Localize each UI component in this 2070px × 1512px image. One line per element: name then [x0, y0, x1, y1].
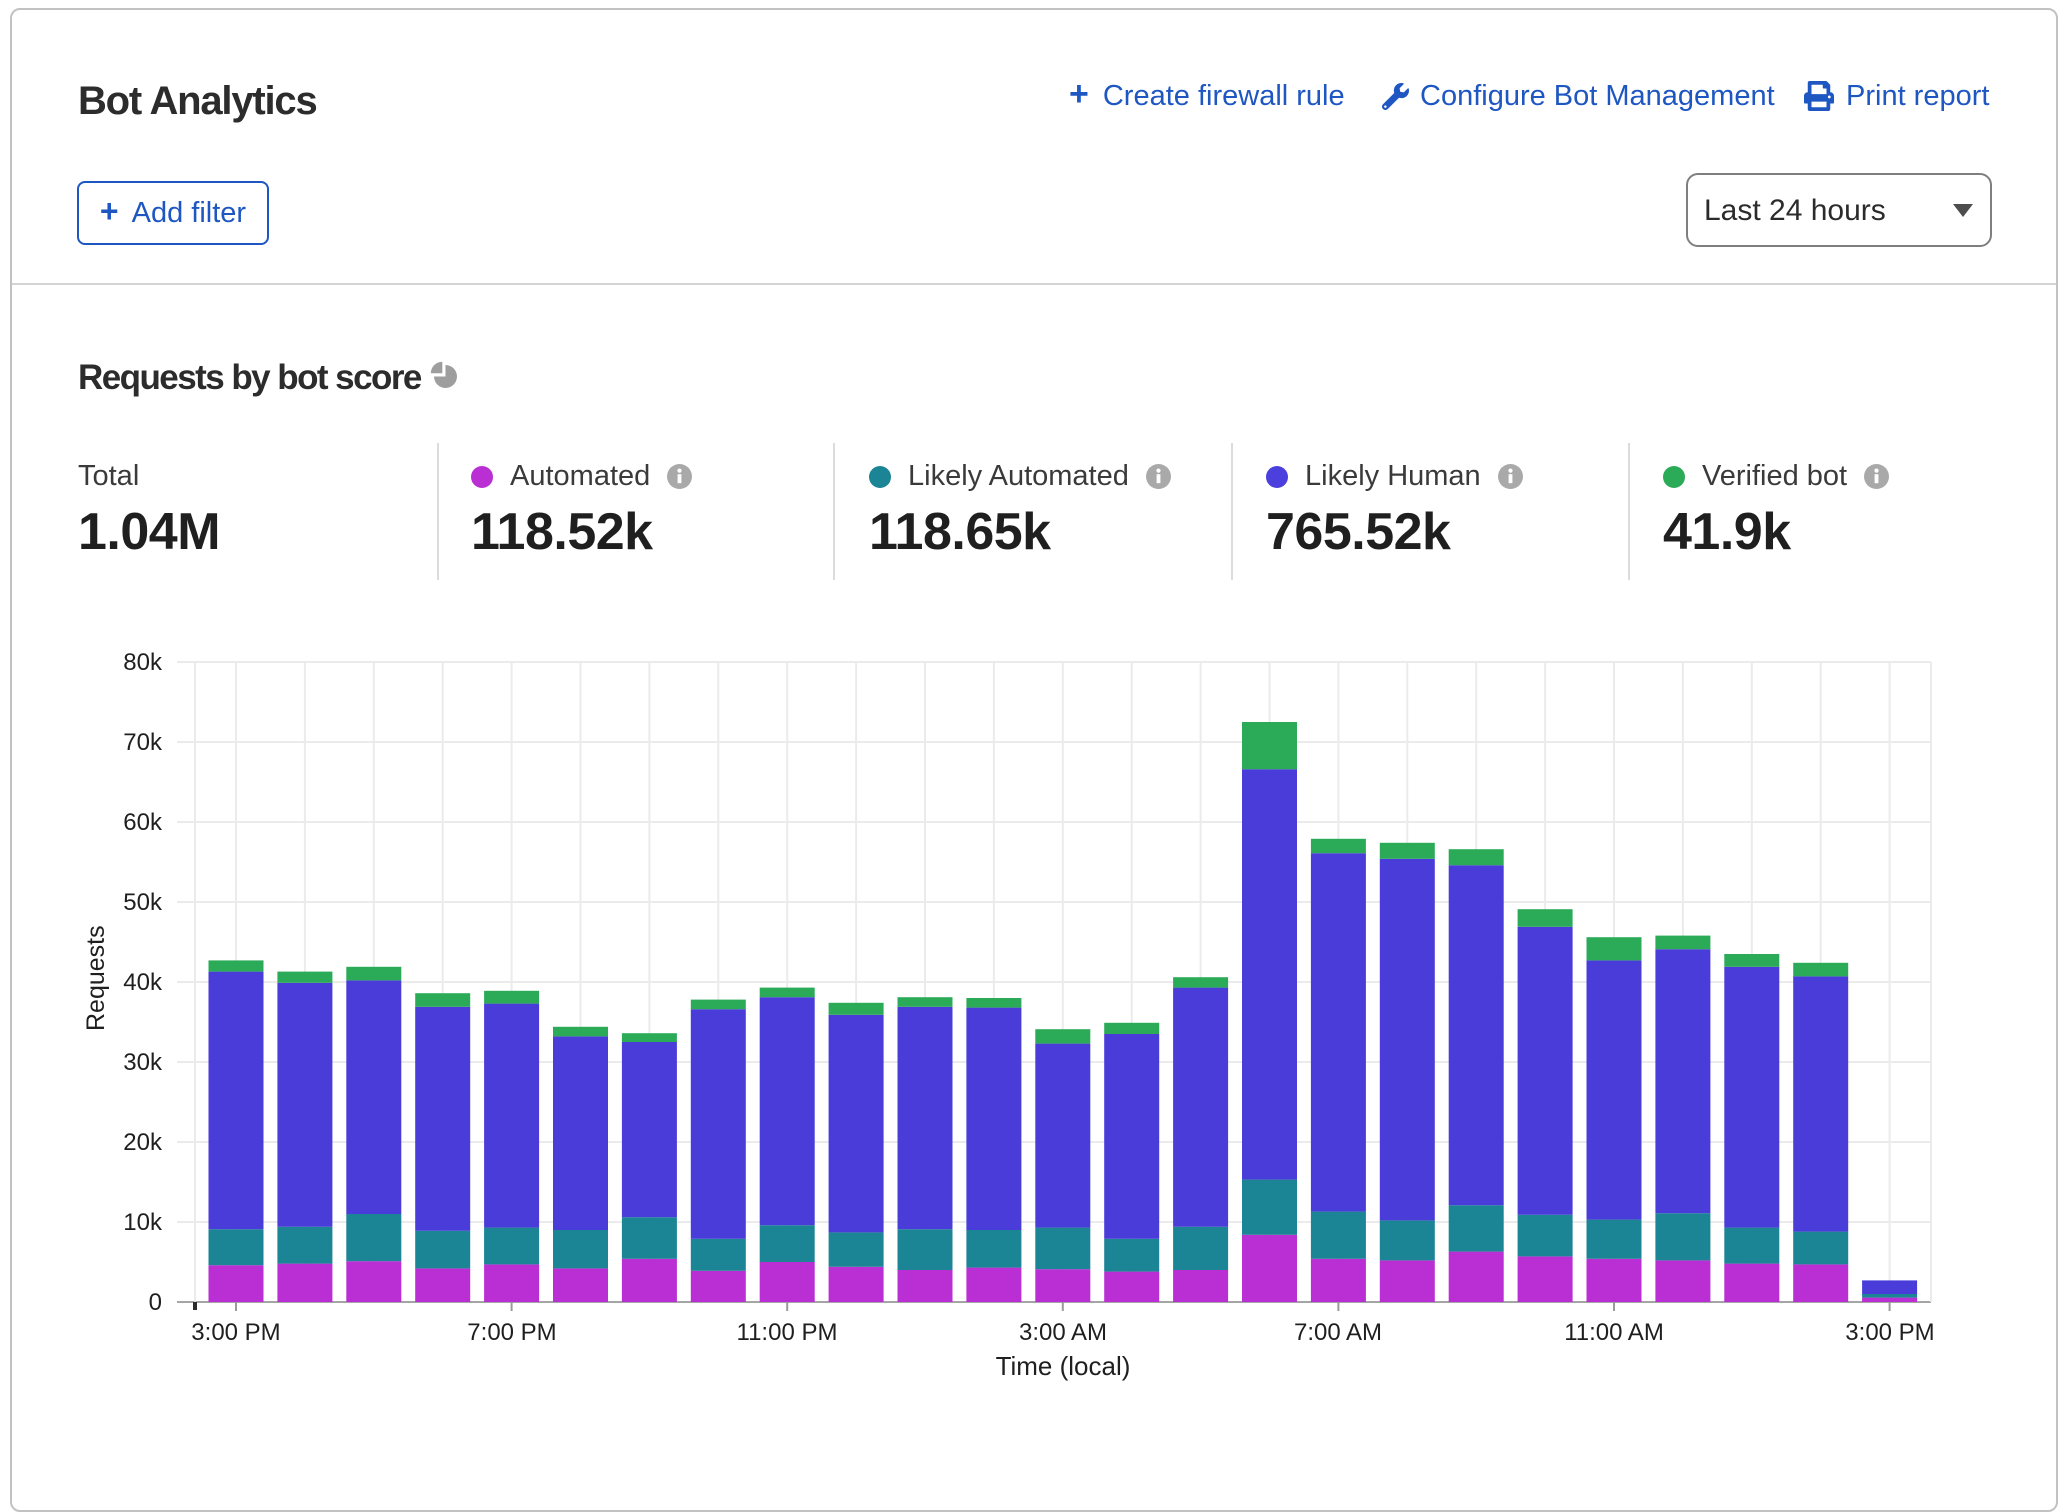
svg-text:7:00 AM: 7:00 AM [1294, 1319, 1382, 1346]
svg-text:40k: 40k [123, 969, 163, 996]
svg-text:3:00 AM: 3:00 AM [1019, 1319, 1107, 1346]
svg-text:70k: 70k [123, 729, 163, 756]
svg-text:7:00 PM: 7:00 PM [467, 1319, 556, 1346]
svg-text:Requests: Requests [82, 925, 110, 1031]
svg-text:60k: 60k [123, 809, 163, 836]
svg-text:0: 0 [149, 1289, 162, 1316]
svg-text:11:00 PM: 11:00 PM [737, 1319, 838, 1346]
svg-text:20k: 20k [123, 1129, 163, 1156]
svg-text:11:00 AM: 11:00 AM [1564, 1319, 1664, 1346]
svg-text:Time (local): Time (local) [996, 1351, 1131, 1381]
svg-text:3:00 PM: 3:00 PM [1845, 1319, 1934, 1346]
svg-text:30k: 30k [123, 1049, 163, 1076]
svg-text:3:00 PM: 3:00 PM [191, 1319, 280, 1346]
svg-text:10k: 10k [123, 1209, 163, 1236]
svg-text:80k: 80k [123, 649, 163, 676]
svg-text:50k: 50k [123, 889, 163, 916]
